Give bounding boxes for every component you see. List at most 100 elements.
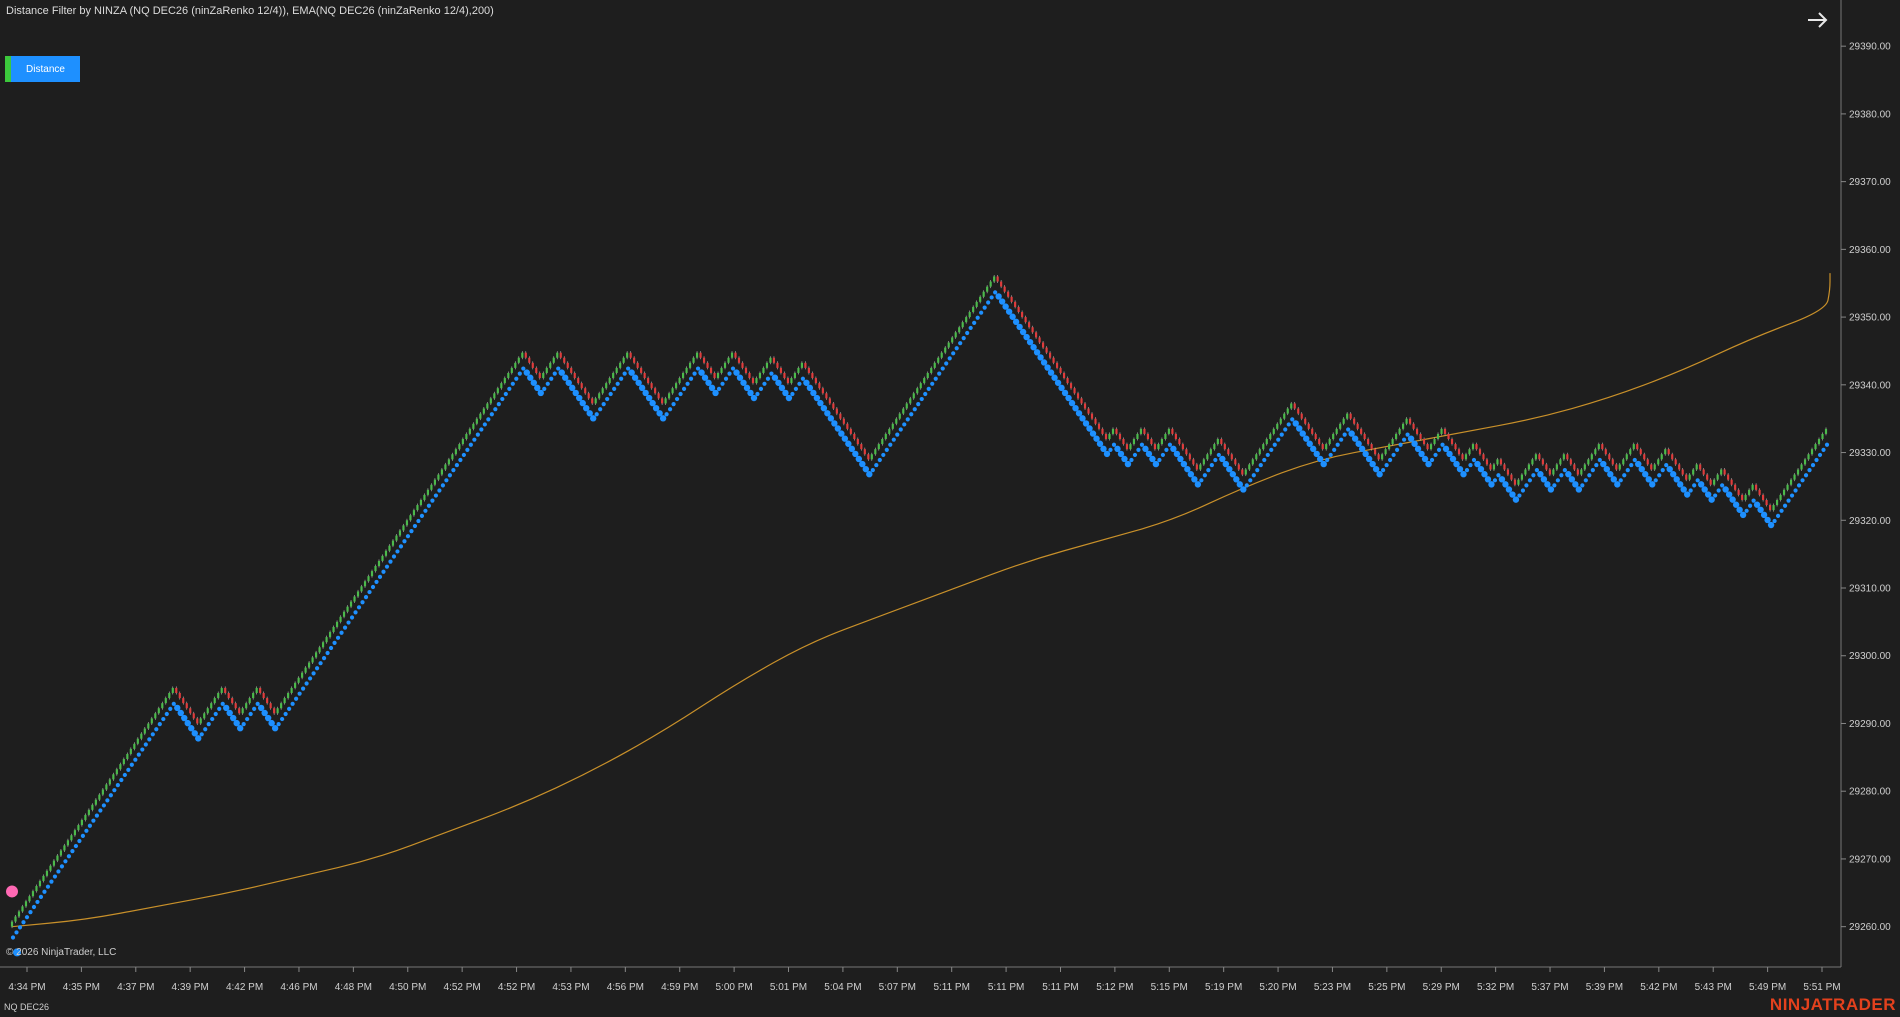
up-brick <box>500 383 503 389</box>
down-brick <box>1035 332 1038 338</box>
time-tick-label: 5:29 PM <box>1423 982 1460 993</box>
down-brick <box>227 692 230 699</box>
distance-dot <box>1488 481 1495 488</box>
down-brick <box>1094 418 1097 424</box>
up-brick <box>133 743 136 749</box>
distance-dot <box>1632 457 1637 463</box>
time-tick-label: 5:15 PM <box>1151 982 1188 993</box>
distance-dot <box>1429 457 1435 463</box>
price-axis[interactable]: 29260.00 29270.00 29280.00 29290.00 29300.00… <box>1840 0 1891 967</box>
up-brick <box>157 708 160 714</box>
distance-dot <box>236 725 244 732</box>
down-brick <box>629 352 632 358</box>
up-brick <box>31 891 35 897</box>
up-brick <box>461 439 464 445</box>
distance-dot <box>1739 511 1747 519</box>
up-brick <box>213 698 216 704</box>
distance-dot <box>1213 457 1218 463</box>
distance-dot <box>129 762 134 767</box>
distance-dot <box>423 508 428 513</box>
up-brick <box>521 352 524 358</box>
distance-dot <box>720 381 725 386</box>
distance-dot <box>626 366 631 371</box>
up-brick <box>101 789 104 795</box>
distance-dot <box>409 529 414 534</box>
down-brick <box>1566 454 1569 460</box>
down-brick <box>737 357 741 363</box>
price-tick-label: 29300.00 <box>1849 651 1891 662</box>
up-brick <box>1335 428 1338 434</box>
distance-dot <box>975 315 980 320</box>
up-brick <box>671 388 674 394</box>
distance-dot <box>685 381 690 386</box>
distance-button[interactable]: Distance <box>5 56 80 82</box>
up-brick <box>91 804 94 810</box>
up-brick <box>507 372 510 379</box>
down-brick <box>1090 413 1094 419</box>
down-brick <box>1604 449 1607 455</box>
down-brick <box>570 367 573 373</box>
distance-dot <box>594 412 599 417</box>
up-brick <box>884 433 887 440</box>
down-brick <box>273 708 276 714</box>
down-brick <box>1174 433 1177 440</box>
time-tick-label: 5:12 PM <box>1096 982 1133 993</box>
distance-dot <box>119 777 124 783</box>
distance-dot <box>1325 457 1330 463</box>
up-brick <box>954 332 957 338</box>
distance-dot <box>723 376 729 381</box>
up-brick <box>321 642 325 648</box>
distance-dot <box>954 346 959 351</box>
distance-dot <box>692 371 697 376</box>
up-brick <box>1821 433 1824 440</box>
up-brick <box>965 317 968 323</box>
down-brick <box>640 367 643 373</box>
up-brick <box>919 383 922 389</box>
price-tick-label: 29340.00 <box>1849 380 1891 391</box>
distance-dot <box>730 366 736 371</box>
up-brick <box>486 403 489 409</box>
arrow-right-icon[interactable] <box>1804 6 1832 34</box>
distance-dot <box>356 605 362 610</box>
time-tick-label: 5:11 PM <box>988 982 1025 993</box>
distance-dot <box>164 711 169 717</box>
up-brick <box>147 723 150 729</box>
up-brick <box>1395 433 1398 440</box>
up-brick <box>332 626 335 633</box>
distance-dot <box>537 389 544 397</box>
distance-dot <box>521 366 526 371</box>
time-tick-label: 5:04 PM <box>824 982 861 993</box>
distance-dot <box>765 376 771 381</box>
down-brick <box>1188 454 1191 460</box>
up-brick <box>685 367 688 373</box>
distance-dot <box>500 396 505 402</box>
time-tick-label: 4:37 PM <box>117 982 154 993</box>
distance-dot <box>112 788 117 793</box>
distance-dot <box>712 389 719 397</box>
down-brick <box>538 372 541 379</box>
up-brick <box>1339 423 1342 429</box>
time-axis[interactable]: 4:34 PM 4:35 PM 4:37 PM 4:39 PM 4:42 PM 4:46 … <box>0 966 1841 993</box>
up-brick <box>790 378 793 384</box>
up-brick <box>241 708 244 714</box>
price-chart[interactable]: 29260.00 29270.00 29280.00 29290.00 29300.00… <box>0 0 1900 1017</box>
up-brick <box>1814 444 1817 450</box>
down-brick <box>1087 408 1090 414</box>
distance-dot <box>154 727 159 732</box>
up-brick <box>720 367 723 373</box>
down-brick <box>856 439 859 445</box>
down-brick <box>807 367 810 373</box>
distance-dot <box>479 427 484 432</box>
up-brick <box>1251 459 1254 465</box>
distance-dot <box>895 432 900 437</box>
up-brick <box>1471 444 1475 450</box>
up-brick <box>276 708 279 714</box>
up-brick <box>482 408 485 414</box>
up-brick <box>727 357 730 363</box>
up-brick <box>1789 479 1793 485</box>
distance-dot <box>590 415 597 422</box>
down-brick <box>1768 505 1772 511</box>
down-brick <box>1195 464 1198 470</box>
down-brick <box>1758 489 1761 495</box>
up-brick <box>87 809 90 815</box>
